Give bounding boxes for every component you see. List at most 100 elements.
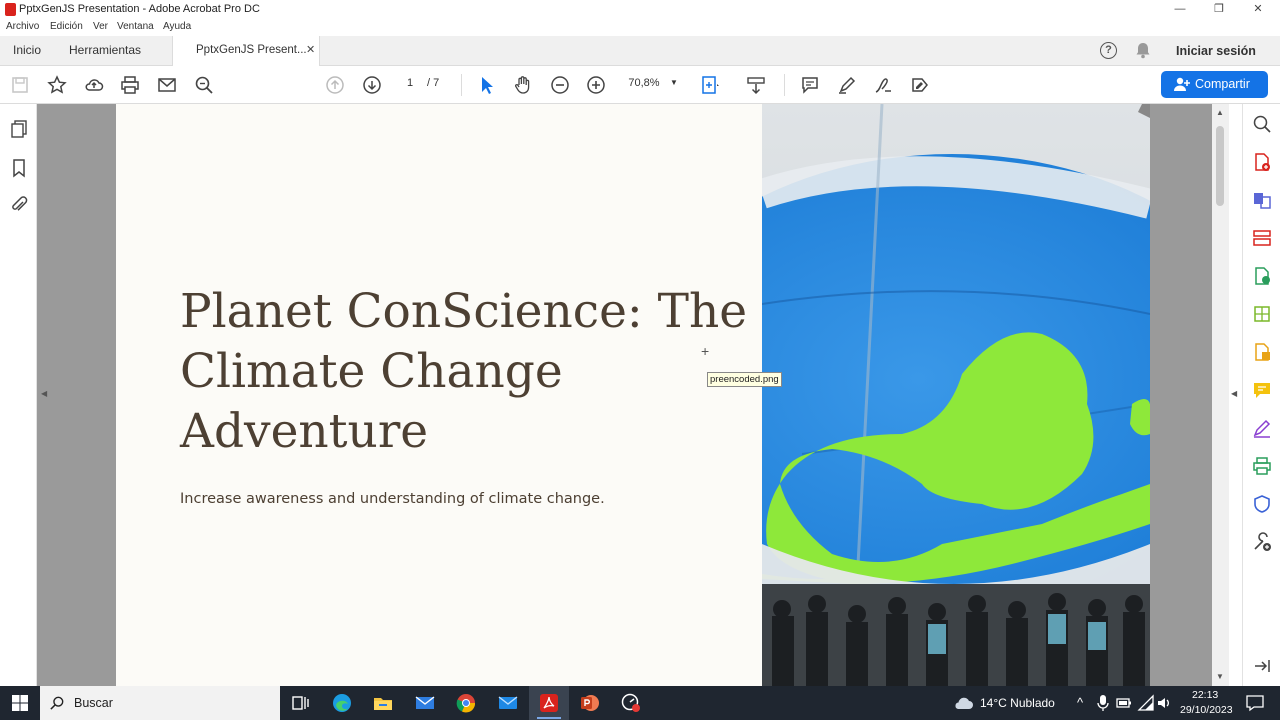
save-icon[interactable] bbox=[10, 75, 30, 95]
powerpoint-icon[interactable] bbox=[580, 693, 600, 713]
volume-icon[interactable] bbox=[1156, 693, 1172, 713]
menu-ayuda[interactable]: Ayuda bbox=[163, 21, 191, 32]
export-pdf-icon[interactable] bbox=[1252, 266, 1272, 286]
next-page-icon[interactable] bbox=[362, 75, 382, 95]
collapse-panel-icon[interactable] bbox=[1252, 656, 1272, 676]
create-pdf-icon[interactable] bbox=[1252, 152, 1272, 172]
scrollbar-thumb[interactable] bbox=[1216, 126, 1224, 206]
left-navigation-rail bbox=[0, 104, 37, 686]
zoom-in-icon[interactable] bbox=[586, 75, 606, 95]
zoom-out-icon[interactable] bbox=[550, 75, 570, 95]
previous-page-icon[interactable] bbox=[325, 75, 345, 95]
minimize-button[interactable]: — bbox=[1160, 1, 1200, 18]
share-button[interactable]: Compartir bbox=[1161, 71, 1268, 98]
tab-inicio[interactable]: Inicio bbox=[13, 43, 41, 57]
star-icon[interactable] bbox=[47, 75, 67, 95]
sign-icon[interactable] bbox=[873, 75, 893, 95]
tab-herramientas[interactable]: Herramientas bbox=[69, 43, 141, 57]
highlight-pen-icon[interactable] bbox=[837, 75, 857, 95]
fill-sign-tool-icon[interactable] bbox=[1252, 418, 1272, 438]
search-zoom-icon[interactable] bbox=[194, 75, 214, 95]
hand-tool-icon[interactable] bbox=[513, 75, 533, 95]
toolbar-divider bbox=[461, 74, 462, 96]
print-icon[interactable] bbox=[120, 75, 140, 95]
acrobat-app-icon bbox=[5, 3, 16, 16]
maximize-button[interactable]: ❐ bbox=[1199, 1, 1239, 18]
fill-sign-icon[interactable] bbox=[910, 75, 930, 95]
mail-app-icon[interactable] bbox=[415, 693, 435, 713]
expand-right-panel-icon[interactable]: ◀ bbox=[1231, 389, 1237, 398]
compress-pdf-icon[interactable] bbox=[1252, 304, 1272, 324]
title-bar: PptxGenJS Presentation - Adobe Acrobat P… bbox=[0, 0, 1280, 19]
slide-subtitle: Increase awareness and understanding of … bbox=[180, 491, 605, 507]
comment-tool-icon[interactable] bbox=[1252, 380, 1272, 400]
add-user-icon bbox=[1174, 77, 1190, 91]
sign-in-link[interactable]: Iniciar sesión bbox=[1176, 44, 1256, 58]
toolbar-divider bbox=[784, 74, 785, 96]
acrobat-taskbar-icon[interactable] bbox=[539, 693, 559, 713]
active-app-indicator bbox=[537, 717, 561, 719]
notification-center-icon[interactable] bbox=[1245, 693, 1265, 713]
bookmark-icon[interactable] bbox=[9, 158, 29, 178]
search-icon bbox=[50, 696, 64, 710]
edge-browser-icon[interactable] bbox=[332, 693, 352, 713]
slide-page: Planet ConScience: The Climate Change Ad… bbox=[116, 104, 762, 686]
tab-document-label: PptxGenJS Present... bbox=[196, 44, 307, 56]
chrome-browser-icon[interactable] bbox=[456, 693, 476, 713]
collapse-left-panel-icon[interactable]: ◀ bbox=[41, 389, 47, 398]
taskbar-search-box[interactable]: Buscar bbox=[40, 686, 280, 720]
menu-ventana[interactable]: Ventana bbox=[117, 21, 154, 32]
tab-bar: Inicio Herramientas PptxGenJS Present...… bbox=[0, 36, 1280, 66]
email-icon[interactable] bbox=[157, 75, 177, 95]
tab-document[interactable]: PptxGenJS Present... ✕ bbox=[172, 36, 320, 66]
clock-time[interactable]: 22:13 bbox=[1192, 689, 1218, 701]
menu-ver[interactable]: Ver bbox=[93, 21, 108, 32]
protect-shield-icon[interactable] bbox=[1252, 494, 1272, 514]
combine-files-icon[interactable] bbox=[1252, 190, 1272, 210]
organize-pages-icon[interactable] bbox=[1252, 228, 1272, 248]
wifi-icon[interactable] bbox=[1137, 693, 1155, 713]
file-explorer-icon[interactable] bbox=[373, 693, 393, 713]
select-cursor-icon[interactable] bbox=[477, 75, 497, 95]
windows-start-icon[interactable] bbox=[10, 693, 30, 713]
microphone-icon[interactable] bbox=[1096, 693, 1110, 713]
bell-icon[interactable] bbox=[1135, 42, 1151, 59]
page-total: / 7 bbox=[427, 77, 440, 89]
mouse-cursor: + bbox=[701, 343, 710, 359]
slide-title: Planet ConScience: The Climate Change Ad… bbox=[180, 284, 748, 459]
toolbar: 1 / 7 70,8% ▼ Compartir bbox=[0, 66, 1280, 104]
cloud-upload-icon[interactable] bbox=[84, 75, 104, 95]
menu-bar: Archivo Edición Ver Ventana Ayuda bbox=[0, 19, 1280, 36]
scroll-down-icon[interactable]: ▼ bbox=[1216, 672, 1224, 681]
search-tool-icon[interactable] bbox=[1252, 114, 1272, 134]
menu-archivo[interactable]: Archivo bbox=[6, 21, 39, 32]
menu-edicion[interactable]: Edición bbox=[50, 21, 83, 32]
tray-overflow-icon[interactable]: ^ bbox=[1077, 695, 1083, 710]
close-button[interactable]: ✕ bbox=[1238, 1, 1278, 18]
battery-icon[interactable] bbox=[1116, 693, 1132, 713]
page-thumbnails-icon[interactable] bbox=[9, 119, 29, 139]
zoom-level-select[interactable]: 70,8% bbox=[622, 77, 666, 89]
tab-close-icon[interactable]: ✕ bbox=[306, 43, 315, 56]
scroll-up-icon[interactable]: ▲ bbox=[1216, 108, 1224, 117]
scroll-mode-icon[interactable] bbox=[746, 75, 766, 95]
comment-icon[interactable] bbox=[800, 75, 820, 95]
window-title: PptxGenJS Presentation - Adobe Acrobat P… bbox=[19, 3, 260, 15]
help-icon[interactable]: ? bbox=[1100, 42, 1117, 59]
taskbar-search-label: Buscar bbox=[74, 696, 113, 710]
outlook-mail-icon[interactable] bbox=[498, 693, 518, 713]
fit-page-icon[interactable] bbox=[700, 75, 720, 95]
vertical-scrollbar[interactable]: ▲ ▼ bbox=[1212, 104, 1229, 686]
attachment-icon[interactable] bbox=[9, 195, 29, 215]
weather-text[interactable]: 14°C Nublado bbox=[980, 696, 1055, 710]
page-number-input[interactable]: 1 bbox=[398, 77, 422, 89]
weather-cloud-icon[interactable] bbox=[952, 693, 973, 713]
more-tools-icon[interactable] bbox=[1252, 532, 1272, 552]
media-recorder-icon[interactable] bbox=[621, 693, 641, 713]
print-production-icon[interactable] bbox=[1252, 456, 1272, 476]
zoom-dropdown-arrow[interactable]: ▼ bbox=[670, 78, 678, 87]
task-view-icon[interactable] bbox=[290, 693, 310, 713]
right-tools-rail bbox=[1242, 104, 1280, 686]
clock-date[interactable]: 29/10/2023 bbox=[1180, 704, 1233, 716]
edit-pdf-icon[interactable] bbox=[1252, 342, 1272, 362]
